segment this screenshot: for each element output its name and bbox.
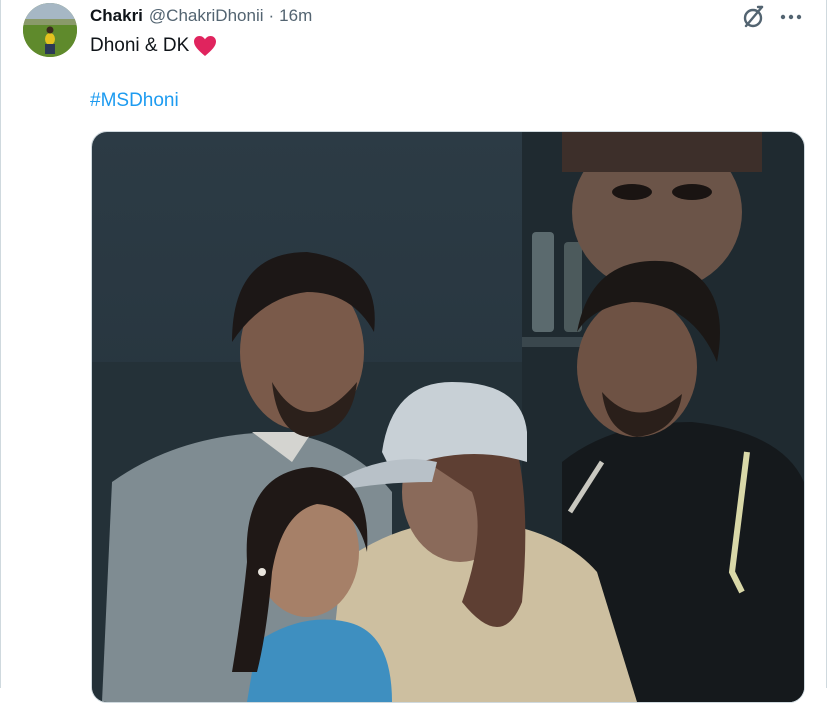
header-separator: ·	[268, 6, 275, 25]
tweet-photo[interactable]	[91, 131, 805, 703]
more-icon[interactable]	[778, 5, 804, 29]
grok-icon[interactable]	[740, 4, 768, 30]
avatar[interactable]	[23, 3, 77, 57]
frame-border-left	[0, 0, 1, 688]
tweet-text: Dhoni & DK	[90, 34, 217, 58]
tweet-timestamp[interactable]: 16m	[279, 6, 312, 26]
hashtag-link[interactable]: #MSDhoni	[90, 89, 179, 113]
heart-icon	[193, 35, 217, 57]
frame-border-right	[826, 0, 827, 688]
photo-media	[92, 132, 804, 702]
tweet-header: Chakri @ChakriDhonii · 16m	[90, 5, 312, 27]
tweet-text-content: Dhoni & DK	[90, 35, 190, 56]
author-handle[interactable]: @ChakriDhonii	[149, 6, 264, 26]
avatar-image	[23, 3, 77, 57]
author-display-name[interactable]: Chakri	[90, 6, 143, 26]
